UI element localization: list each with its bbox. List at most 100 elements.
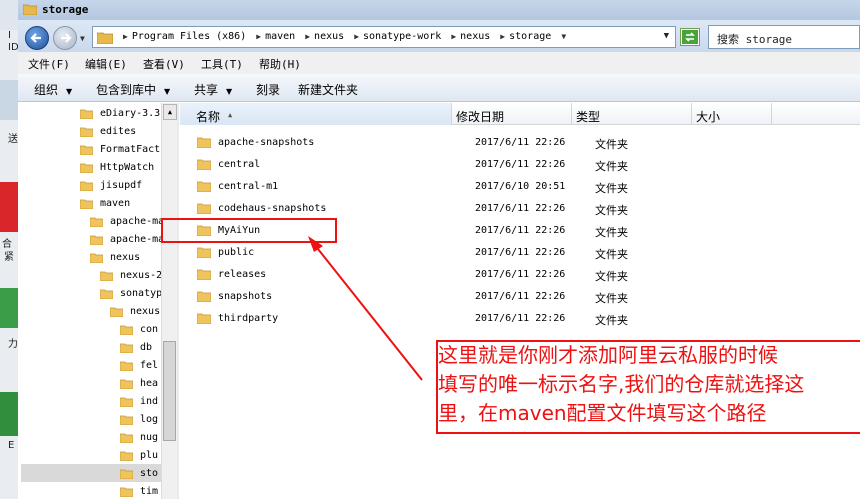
menu-help[interactable]: 帮助(H) [259, 56, 301, 72]
column-header-size[interactable]: 大小 [692, 103, 772, 125]
menu-file[interactable]: 文件(F) [28, 56, 70, 72]
title-bar[interactable]: storage [18, 0, 860, 20]
folder-icon [90, 217, 103, 227]
pane-splitter[interactable] [177, 103, 179, 499]
desktop-icon[interactable] [0, 0, 18, 30]
search-input[interactable]: 搜索 storage [708, 25, 860, 49]
desktop-fragment: E [8, 440, 15, 451]
window-title: storage [42, 3, 89, 16]
scroll-up-icon[interactable]: ▲ [163, 104, 177, 120]
column-header-date[interactable]: 修改日期 [452, 103, 572, 125]
folder-icon [197, 137, 211, 148]
breadcrumb-item[interactable]: nexus [460, 31, 490, 42]
folder-open-icon [100, 289, 113, 299]
organize-label: 组织 [34, 83, 59, 97]
recent-pages-dropdown[interactable]: ▼ [80, 34, 88, 43]
file-type: 文件夹 [595, 204, 628, 217]
annotation-line: 填写的唯一标示名字,我们的仓库就选择这 [438, 372, 805, 396]
folder-open-icon [80, 199, 93, 209]
file-type: 文件夹 [595, 248, 628, 261]
folder-icon [197, 313, 211, 324]
file-name: apache-snapshots [218, 137, 315, 148]
file-date: 2017/6/11 22:26 [475, 269, 566, 280]
file-row[interactable]: apache-snapshots 2017/6/11 22:26 文件夹 [180, 132, 780, 154]
desktop-fragment: 紧 [4, 252, 14, 263]
breadcrumb-separator-icon[interactable]: ▶ [123, 32, 128, 41]
file-row[interactable]: snapshots 2017/6/11 22:26 文件夹 [180, 286, 780, 308]
file-type: 文件夹 [595, 160, 628, 173]
folder-icon [120, 379, 133, 389]
scrollbar-thumb[interactable] [163, 341, 176, 441]
breadcrumb-separator-icon[interactable]: ▶ [354, 32, 359, 41]
address-history-dropdown[interactable]: ▼ [664, 31, 669, 41]
file-name: central-m1 [218, 181, 279, 192]
tree-item-label: tim [140, 486, 159, 497]
tree-item-label: hea [140, 378, 159, 389]
breadcrumb-item[interactable]: Program Files (x86) [132, 31, 246, 42]
folder-icon [90, 235, 103, 245]
folder-icon [120, 343, 133, 353]
highlight-box [161, 218, 337, 243]
folder-icon [80, 145, 93, 155]
back-button[interactable] [25, 26, 49, 50]
folder-icon [197, 203, 211, 214]
forward-button[interactable] [53, 26, 77, 50]
breadcrumb-separator-icon[interactable]: ▶ [500, 32, 505, 41]
breadcrumb: ▶ Program Files (x86) ▶ maven ▶ nexus ▶ sona… [119, 31, 570, 42]
column-header-label: 修改日期 [456, 110, 505, 124]
tree-scrollbar[interactable]: ▲ [161, 103, 177, 499]
address-bar[interactable]: ▶ Program Files (x86) ▶ maven ▶ nexus ▶ sona… [92, 26, 676, 48]
desktop-icon[interactable] [0, 182, 18, 232]
share-button[interactable]: 共享 ▼ [194, 81, 232, 98]
folder-icon [80, 109, 93, 119]
menu-tools[interactable]: 工具(T) [201, 56, 243, 72]
breadcrumb-separator-icon[interactable]: ▶ [256, 32, 261, 41]
file-type: 文件夹 [595, 138, 628, 151]
tree-item-label: ind [140, 396, 159, 407]
navigation-tree[interactable]: eDiary-3.3 edites FormatFact HttpWatch j… [18, 103, 178, 499]
breadcrumb-item[interactable]: sonatype-work [363, 31, 441, 42]
column-header-name[interactable]: 名称 ▲ [180, 103, 452, 125]
file-row[interactable]: central 2017/6/11 22:26 文件夹 [180, 154, 780, 176]
file-row[interactable]: releases 2017/6/11 22:26 文件夹 [180, 264, 780, 286]
search-placeholder: 搜索 storage [717, 33, 792, 46]
desktop-fragment: 力 [8, 339, 18, 350]
include-in-library-button[interactable]: 包含到库中 ▼ [96, 81, 170, 98]
explorer-window: storage ▼ ▶ Program Files (x86) ▶ maven ▶ n… [18, 0, 860, 499]
breadcrumb-separator-icon[interactable]: ▶ [451, 32, 456, 41]
file-row[interactable]: public 2017/6/11 22:26 文件夹 [180, 242, 780, 264]
tree-item-label: apache-ma [110, 234, 165, 245]
folder-open-icon [90, 253, 103, 263]
menu-view[interactable]: 查看(V) [143, 56, 185, 72]
desktop-icon[interactable] [0, 288, 18, 328]
file-row[interactable]: codehaus-snapshots 2017/6/11 22:26 文件夹 [180, 198, 780, 220]
file-row[interactable]: thirdparty 2017/6/11 22:26 文件夹 [180, 308, 780, 330]
desktop-fragment: 送 [8, 134, 18, 145]
column-header-type[interactable]: 类型 [572, 103, 692, 125]
breadcrumb-item[interactable]: storage [509, 31, 551, 42]
tree-item-label: sto [140, 468, 159, 479]
desktop-icon[interactable] [0, 80, 18, 120]
menu-edit[interactable]: 编辑(E) [85, 56, 127, 72]
desktop-icon[interactable] [0, 392, 18, 436]
file-name: releases [218, 269, 267, 280]
column-header-label: 大小 [696, 110, 721, 124]
annotation-line: 里，在maven配置文件填写这个路径 [438, 401, 767, 425]
file-type: 文件夹 [595, 226, 628, 239]
breadcrumb-item[interactable]: maven [265, 31, 295, 42]
folder-icon [197, 269, 211, 280]
breadcrumb-item[interactable]: nexus [314, 31, 344, 42]
tree-item-label: HttpWatch [100, 162, 155, 173]
tree-item-label: db [140, 342, 153, 353]
burn-button[interactable]: 刻录 [256, 81, 280, 98]
refresh-button[interactable] [680, 28, 700, 46]
organize-button[interactable]: 组织 ▼ [34, 81, 72, 98]
folder-icon [197, 159, 211, 170]
breadcrumb-separator-icon[interactable]: ▶ [305, 32, 310, 41]
chevron-down-icon: ▼ [164, 87, 171, 96]
chevron-down-icon[interactable]: ▼ [561, 32, 566, 41]
file-row[interactable]: central-m1 2017/6/10 20:51 文件夹 [180, 176, 780, 198]
file-name: public [218, 247, 255, 258]
new-folder-button[interactable]: 新建文件夹 [298, 81, 358, 98]
chevron-down-icon: ▼ [66, 87, 73, 96]
